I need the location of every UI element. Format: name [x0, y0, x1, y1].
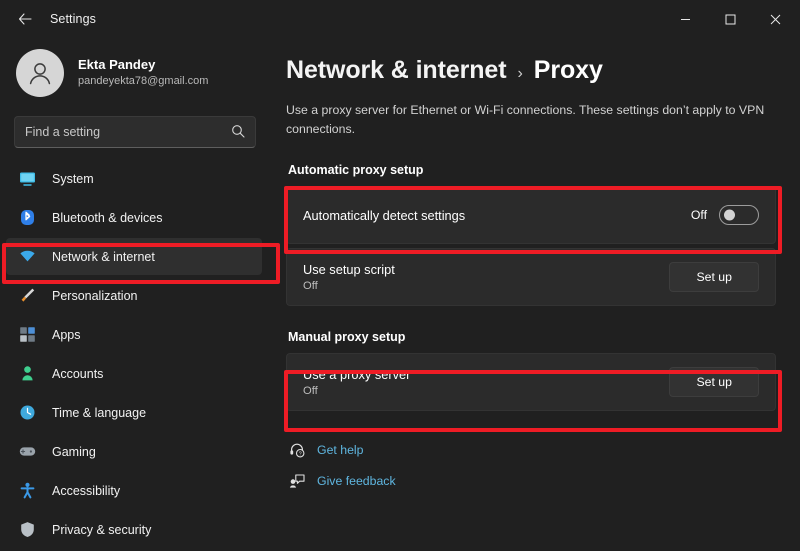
setup-script-set-up-button[interactable]: Set up	[669, 262, 759, 293]
window-controls	[663, 0, 800, 38]
sidebar-item-apps[interactable]: Apps	[6, 316, 262, 353]
sidebar-item-label: Accounts	[52, 366, 104, 381]
card-use-setup-script[interactable]: Use setup script Off Set up	[286, 248, 776, 307]
card-title: Use setup script	[303, 262, 395, 278]
sidebar-item-network-internet[interactable]: Network & internet	[2, 238, 262, 275]
avatar	[16, 49, 64, 97]
sidebar-item-label: Apps	[52, 327, 81, 342]
sidebar-item-accessibility[interactable]: Accessibility	[6, 472, 262, 509]
accessibility-icon	[18, 482, 36, 500]
sidebar-item-label: Accessibility	[52, 483, 121, 498]
apps-grid-icon	[18, 326, 36, 344]
bluetooth-icon	[18, 209, 36, 227]
shield-icon	[18, 521, 36, 539]
account-block[interactable]: Ekta Pandey pandeyekta78@gmail.com	[0, 38, 272, 108]
sidebar-item-label: Gaming	[52, 444, 96, 459]
sidebar: Ekta Pandey pandeyekta78@gmail.com Find …	[0, 38, 272, 551]
sidebar-item-label: Bluetooth & devices	[52, 210, 163, 225]
card-title: Automatically detect settings	[303, 207, 466, 223]
sidebar-item-system[interactable]: System	[6, 160, 262, 197]
section-heading-automatic: Automatic proxy setup	[288, 163, 424, 178]
feedback-icon	[288, 472, 306, 490]
sidebar-item-label: Privacy & security	[52, 522, 152, 537]
give-feedback-link[interactable]: Give feedback	[288, 472, 776, 490]
sidebar-item-label: Time & language	[52, 405, 147, 420]
minimize-button[interactable]	[663, 0, 708, 38]
sidebar-item-bluetooth-devices[interactable]: Bluetooth & devices	[6, 199, 262, 236]
chevron-right-icon: ›	[517, 65, 523, 82]
title-bar: Settings	[0, 0, 800, 38]
help-links: ? Get help Give feedback	[288, 441, 776, 490]
page-title: Proxy	[533, 56, 603, 84]
help-headset-icon: ?	[288, 441, 306, 459]
user-avatar-icon	[29, 63, 51, 85]
minimize-icon	[681, 18, 690, 20]
card-use-a-proxy-server[interactable]: Use a proxy server Off Set up	[286, 353, 776, 412]
search-box[interactable]	[14, 116, 256, 148]
link-label: Give feedback	[317, 474, 396, 489]
search-container	[0, 108, 272, 148]
page-description: Use a proxy server for Ethernet or Wi-Fi…	[286, 103, 765, 137]
paintbrush-icon	[18, 287, 36, 305]
search-input[interactable]	[25, 125, 225, 139]
link-label: Get help	[317, 443, 364, 458]
toggle-knob	[724, 209, 735, 221]
proxy-server-set-up-button[interactable]: Set up	[669, 367, 759, 398]
sidebar-item-label: System	[52, 171, 94, 186]
monitor-icon	[18, 170, 36, 188]
sidebar-item-accounts[interactable]: Accounts	[6, 355, 262, 392]
breadcrumb: Network & internet › Proxy	[286, 56, 776, 85]
account-email: pandeyekta78@gmail.com	[78, 75, 209, 88]
sidebar-item-personalization[interactable]: Personalization	[6, 277, 262, 314]
person-icon	[18, 365, 36, 383]
sidebar-item-label: Network & internet	[52, 249, 155, 264]
card-title: Use a proxy server	[303, 367, 411, 383]
back-arrow-icon	[18, 13, 32, 25]
svg-text:?: ?	[299, 451, 302, 457]
sidebar-item-time-language[interactable]: Time & language	[6, 394, 262, 431]
account-name: Ekta Pandey	[78, 57, 156, 72]
sidebar-item-privacy-security[interactable]: Privacy & security	[6, 511, 262, 548]
close-icon	[770, 14, 781, 24]
section-heading-manual: Manual proxy setup	[288, 330, 406, 345]
search-icon	[231, 124, 245, 141]
app-shell: Ekta Pandey pandeyekta78@gmail.com Find …	[0, 38, 800, 551]
app-title: Settings	[50, 12, 96, 26]
sidebar-item-label: Personalization	[52, 288, 138, 303]
card-subtitle: Off	[303, 280, 318, 293]
back-button[interactable]	[8, 4, 42, 34]
gamepad-icon	[18, 443, 36, 461]
maximize-button[interactable]	[708, 0, 753, 38]
close-button[interactable]	[753, 0, 798, 38]
sidebar-item-gaming[interactable]: Gaming	[6, 433, 262, 470]
content-area: Network & internet › Proxy Use a proxy s…	[272, 38, 800, 551]
clock-icon	[18, 404, 36, 422]
sidebar-nav: System Bluetooth & devices Network & int…	[0, 160, 272, 551]
get-help-link[interactable]: ? Get help	[288, 441, 776, 459]
card-subtitle: Off	[303, 385, 318, 398]
card-automatically-detect-settings[interactable]: Automatically detect settings Off	[286, 186, 776, 245]
breadcrumb-parent[interactable]: Network & internet	[286, 56, 507, 85]
wifi-icon	[18, 248, 36, 266]
maximize-icon	[725, 14, 736, 24]
toggle-group: Off	[690, 205, 759, 226]
toggle-state-label: Off	[690, 208, 707, 223]
auto-detect-toggle[interactable]	[719, 205, 759, 226]
